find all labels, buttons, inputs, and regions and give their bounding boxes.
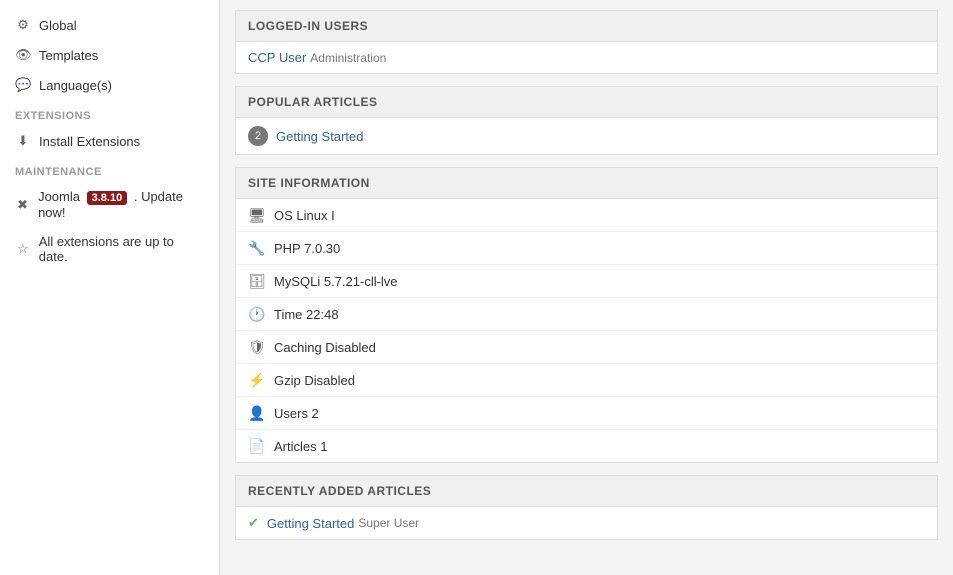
- sidebar-label-joomla: Joomla 3.8.10 . Update now!: [38, 189, 204, 220]
- caching-icon: 🛡: [248, 339, 266, 355]
- recent-article-row: ✔ Getting Started Super User: [236, 507, 937, 539]
- gear-icon: ⚙: [15, 17, 31, 33]
- popular-articles-header: POPULAR ARTICLES: [236, 87, 937, 118]
- main-content: LOGGED-IN USERS CCP User Administration …: [220, 0, 953, 575]
- popular-article-title-link[interactable]: Getting Started: [276, 129, 363, 144]
- logged-in-user-row: CCP User Administration: [236, 42, 937, 73]
- recent-article-author: Super User: [358, 516, 419, 530]
- eye-icon: 👁: [15, 47, 31, 63]
- site-info-mysql: 🗄 MySQLi 5.7.21-cll-lve: [236, 265, 937, 298]
- section-header-maintenance: MAINTENANCE: [0, 156, 219, 182]
- logged-in-users-header: LOGGED-IN USERS: [236, 11, 937, 42]
- sidebar: ⚙ Global 👁 Templates 💬 Language(s) EXTEN…: [0, 0, 220, 575]
- logged-in-users-panel: LOGGED-IN USERS CCP User Administration: [235, 10, 938, 74]
- users-icon: 👤: [248, 405, 266, 421]
- joomla-icon: ✖: [15, 197, 30, 213]
- sidebar-label-global: Global: [39, 18, 77, 33]
- recently-added-articles-panel: RECENTLY ADDED ARTICLES ✔ Getting Starte…: [235, 475, 938, 540]
- popular-article-row: 2 Getting Started: [236, 118, 937, 154]
- bolt-icon: ⚡: [248, 372, 266, 388]
- site-info-php: 🔧 PHP 7.0.30: [236, 232, 937, 265]
- user-role: Administration: [310, 51, 386, 65]
- sidebar-label-uptodate: All extensions are up to date.: [39, 234, 204, 264]
- sidebar-label-templates: Templates: [39, 48, 98, 63]
- site-info-gzip: ⚡ Gzip Disabled: [236, 364, 937, 397]
- recently-added-header: RECENTLY ADDED ARTICLES: [236, 476, 937, 507]
- sidebar-label-languages: Language(s): [39, 78, 112, 93]
- user-name-link[interactable]: CCP User: [248, 50, 306, 65]
- clock-icon: 🕐: [248, 306, 266, 322]
- checkmark-icon: ✔: [248, 515, 259, 531]
- site-info-time: 🕐 Time 22:48: [236, 298, 937, 331]
- download-icon: ⬇: [15, 133, 31, 149]
- site-info-articles: 📄 Articles 1: [236, 430, 937, 462]
- section-header-extensions: EXTENSIONS: [0, 100, 219, 126]
- site-information-header: SITE INFORMATION: [236, 168, 937, 199]
- php-icon: 🔧: [248, 240, 266, 256]
- joomla-version-badge: 3.8.10: [87, 191, 128, 205]
- monitor-icon: 🖥: [248, 207, 266, 223]
- sidebar-item-templates[interactable]: 👁 Templates: [0, 40, 219, 70]
- site-info-os: 🖥 OS Linux I: [236, 199, 937, 232]
- sidebar-item-global[interactable]: ⚙ Global: [0, 10, 219, 40]
- sidebar-item-extensions-uptodate[interactable]: ☆ All extensions are up to date.: [0, 227, 219, 271]
- sidebar-label-install: Install Extensions: [39, 134, 140, 149]
- sidebar-item-languages[interactable]: 💬 Language(s): [0, 70, 219, 100]
- site-info-users: 👤 Users 2: [236, 397, 937, 430]
- comment-icon: 💬: [15, 77, 31, 93]
- sidebar-item-joomla-update[interactable]: ✖ Joomla 3.8.10 . Update now!: [0, 182, 219, 227]
- sidebar-item-install-extensions[interactable]: ⬇ Install Extensions: [0, 126, 219, 156]
- popular-articles-panel: POPULAR ARTICLES 2 Getting Started: [235, 86, 938, 155]
- star-icon: ☆: [15, 241, 31, 257]
- article-number-badge: 2: [248, 126, 268, 146]
- articles-icon: 📄: [248, 438, 266, 454]
- db-icon: 🗄: [248, 273, 266, 289]
- site-information-panel: SITE INFORMATION 🖥 OS Linux I 🔧 PHP 7.0.…: [235, 167, 938, 463]
- site-info-caching: 🛡 Caching Disabled: [236, 331, 937, 364]
- recent-article-title-link[interactable]: Getting Started: [267, 516, 354, 531]
